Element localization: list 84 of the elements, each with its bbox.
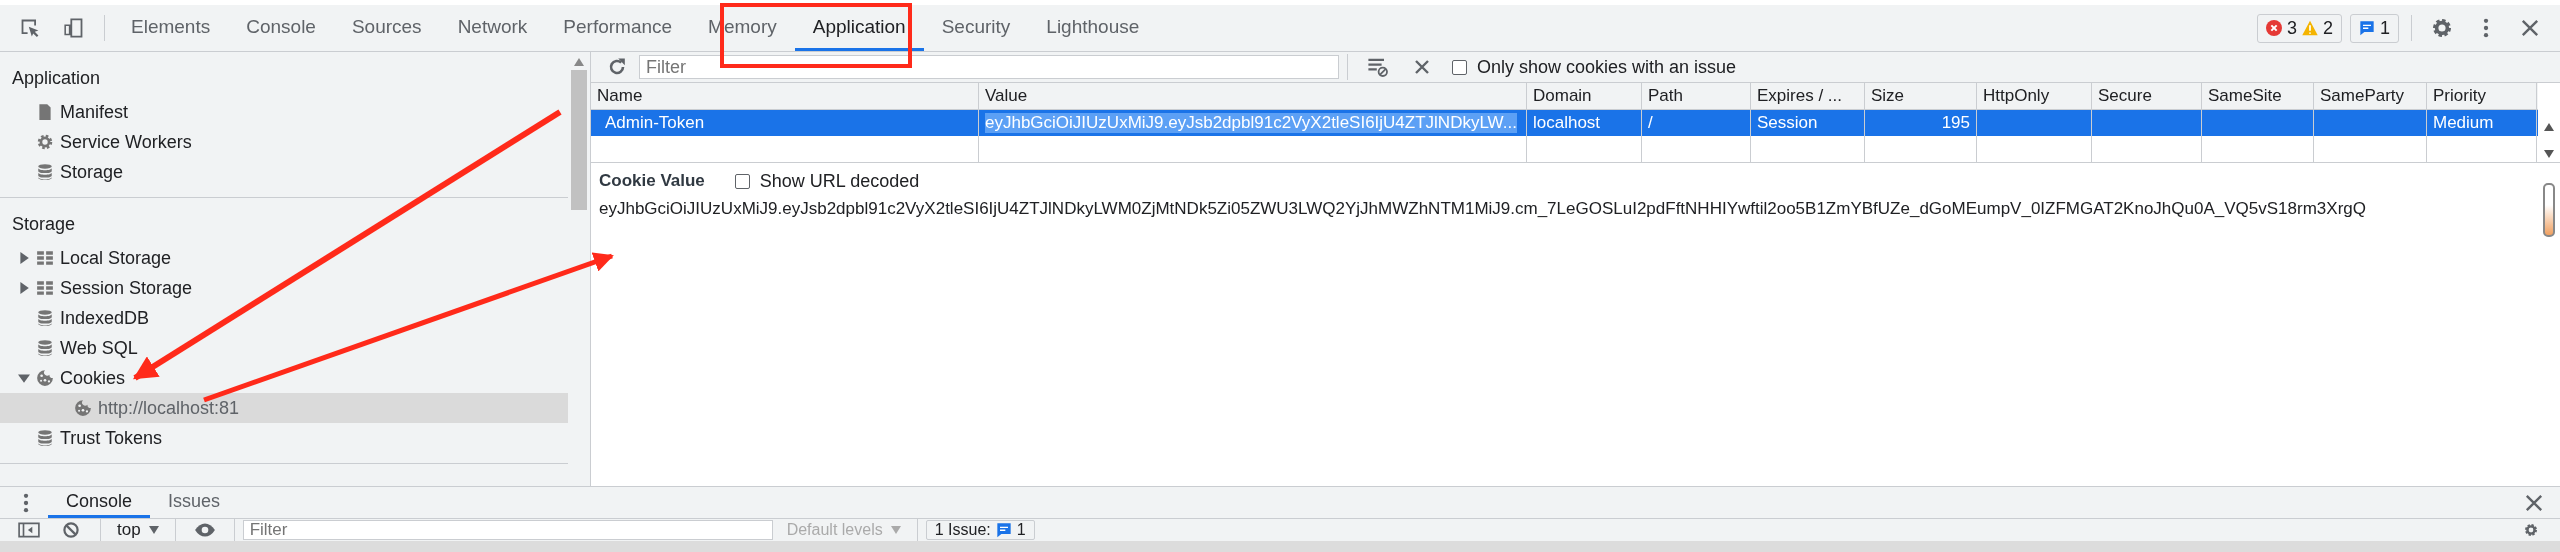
warning-count: 2	[2322, 17, 2333, 39]
table-cell: Medium	[2433, 113, 2494, 133]
sidebar-item[interactable]: Session Storage	[60, 277, 193, 299]
database-icon	[36, 309, 54, 327]
sidebar-item[interactable]: http://localhost:81	[98, 397, 240, 419]
filter-field[interactable]: Filter	[639, 55, 1339, 79]
panel-tab[interactable]: Network	[439, 5, 546, 51]
sidebar-item[interactable]: Trust Tokens	[60, 427, 163, 449]
checkbox-label: Show URL decoded	[759, 170, 920, 192]
dropdown-caret-icon	[890, 526, 901, 534]
sidebar-item[interactable]: Storage	[60, 161, 124, 183]
column-header[interactable]: Secure	[2092, 83, 2202, 109]
scroll-up-icon[interactable]	[2544, 123, 2554, 131]
cookie-icon	[74, 399, 92, 417]
table-cell: Admin-Token	[605, 113, 705, 133]
column-header[interactable]: Domain	[1527, 83, 1642, 109]
database-icon	[36, 429, 54, 447]
eye-icon[interactable]	[193, 522, 216, 538]
sidebar-item[interactable]: Manifest	[60, 101, 129, 123]
sidebar-item[interactable]: Web SQL	[60, 337, 138, 359]
table-cell: localhost	[1533, 113, 1601, 133]
checkbox[interactable]	[1452, 59, 1467, 75]
column-header[interactable]: Name	[591, 83, 979, 109]
section-heading: Storage	[11, 213, 77, 236]
column-header[interactable]: SameParty	[2314, 83, 2427, 109]
panel-tab[interactable]: Console	[228, 5, 334, 51]
issues-counter[interactable]: 1	[2350, 13, 2399, 43]
issue-count: 1	[1016, 521, 1026, 539]
collapsed-triangle-icon[interactable]	[18, 282, 30, 294]
collapsed-triangle-icon[interactable]	[18, 252, 30, 264]
issues-button[interactable]: 1 Issue: 1	[925, 520, 1035, 540]
table-icon	[36, 279, 54, 297]
warning-icon	[2301, 20, 2318, 36]
column-header[interactable]: Expires / ...	[1751, 83, 1865, 109]
drawer-tab[interactable]: Issues	[150, 487, 239, 518]
errors-warnings-counter[interactable]: 3 2	[2256, 13, 2342, 43]
cookie-icon	[36, 369, 54, 387]
error-count: 3	[2286, 17, 2297, 39]
sidebar-item[interactable]: Local Storage	[60, 247, 172, 269]
table-cell: Session	[1757, 113, 1818, 133]
panel-tab[interactable]: Lighthouse	[1028, 5, 1158, 51]
table-icon	[36, 249, 54, 267]
panel-tab[interactable]: Sources	[333, 5, 440, 51]
console-filter-field[interactable]: Filter	[242, 520, 773, 540]
table-cell: eyJhbGciOiJIUzUxMiJ9.eyJsb2dpbl91c2VyX2tleSI6IjU4ZTJlNDkyLW...	[985, 113, 1517, 133]
column-header[interactable]: Path	[1642, 83, 1751, 109]
column-header[interactable]: Value	[979, 83, 1527, 109]
message-icon	[2359, 20, 2375, 36]
sidebar-toggle-icon[interactable]	[18, 522, 40, 538]
document-icon	[36, 103, 54, 121]
cookie-value-text: eyJhbGciOiJIUzUxMiJ9.eyJsb2dpbl91c2VyX2tleSI6IjU4ZTJlNDkyLWM0ZjMtNDk5Zi05ZWU3LWQ2YjJhMWZhNTM1MiJ9.cm_7LeGOSLuI2pdFftNHHIYwftil2oo5B1ZmYBfUZe_dGoMEumpV_0IZFMGAT2KnoJhQu0A_VQ5vS18rm3XrgQ	[599, 199, 2367, 219]
scroll-up-icon[interactable]	[574, 58, 584, 66]
panel-tab[interactable]: Elements	[113, 5, 229, 51]
database-icon	[36, 163, 54, 181]
sidebar-item[interactable]: IndexedDB	[60, 307, 150, 329]
column-header[interactable]: HttpOnly	[1977, 83, 2092, 109]
clear-console-icon[interactable]	[60, 522, 82, 538]
table-cell: 195	[1941, 113, 1970, 133]
panel-tab[interactable]: Performance	[545, 5, 691, 51]
table-row[interactable]: Admin-Token eyJhbGciOiJIUzUxMiJ9.eyJsb2dpbl91c2VyX2tleSI6IjU4ZTJlNDkyLW... localhost / Session 195 Medium	[591, 110, 2538, 136]
scrollbar-thumb[interactable]	[2543, 183, 2555, 237]
sidebar-item[interactable]: Cookies	[60, 367, 126, 389]
scroll-down-icon[interactable]	[2544, 150, 2554, 158]
issues-label: 1 Issue:	[934, 521, 991, 539]
sidebar-item[interactable]: Service Workers	[60, 131, 192, 153]
column-header[interactable]: Priority	[2427, 83, 2537, 109]
scrollbar-thumb[interactable]	[571, 70, 587, 210]
column-header[interactable]: Size	[1865, 83, 1977, 109]
column-header[interactable]: SameSite	[2202, 83, 2314, 109]
message-icon	[995, 522, 1012, 538]
dropdown-caret-icon	[148, 526, 159, 534]
error-icon	[2265, 20, 2282, 36]
cookie-value-title: Cookie Value	[599, 171, 705, 191]
expanded-triangle-icon[interactable]	[18, 372, 30, 384]
checkbox[interactable]	[734, 173, 750, 189]
gear-icon	[36, 133, 54, 151]
checkbox-label: Only show cookies with an issue	[1477, 56, 1737, 78]
panel-tab[interactable]: Security	[923, 5, 1029, 51]
table-cell: /	[1648, 113, 1653, 133]
context-selector[interactable]: top	[117, 520, 141, 540]
database-icon	[36, 339, 54, 357]
settings-icon[interactable]	[2430, 16, 2454, 40]
issue-count: 1	[2380, 17, 2390, 39]
section-heading: Application	[11, 67, 102, 90]
